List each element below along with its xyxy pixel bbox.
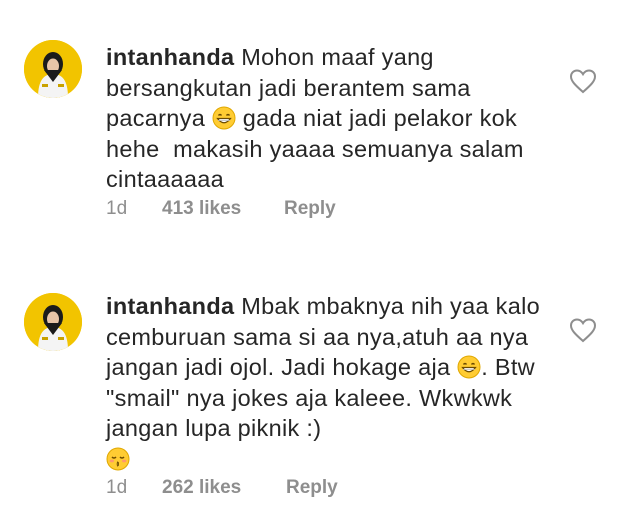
- comment-username[interactable]: intanhanda: [106, 293, 234, 319]
- reply-button[interactable]: Reply: [284, 198, 336, 220]
- avatar[interactable]: [24, 293, 82, 351]
- grinning-face-emoji-icon: [212, 106, 236, 130]
- kissing-face-emoji-icon: [106, 447, 130, 471]
- comment-text: intanhanda Mohon maaf yang bersangkutan …: [106, 42, 561, 195]
- grinning-face-emoji-icon: [457, 355, 481, 379]
- avatar[interactable]: [24, 40, 82, 98]
- likes-count[interactable]: 262 likes: [162, 477, 241, 499]
- comment-text: intanhanda Mbak mbaknya nih yaa kalo cem…: [106, 291, 561, 475]
- heart-outline-icon[interactable]: [569, 317, 597, 343]
- comment-username[interactable]: intanhanda: [106, 44, 234, 70]
- heart-outline-icon[interactable]: [569, 68, 597, 94]
- likes-count[interactable]: 413 likes: [162, 198, 241, 220]
- reply-button[interactable]: Reply: [286, 477, 338, 499]
- comment-item: intanhanda Mbak mbaknya nih yaa kalo cem…: [0, 250, 640, 532]
- comment-item: intanhanda Mohon maaf yang bersangkutan …: [0, 0, 640, 250]
- comment-time: 1d: [106, 198, 128, 219]
- comment-time: 1d: [106, 477, 128, 498]
